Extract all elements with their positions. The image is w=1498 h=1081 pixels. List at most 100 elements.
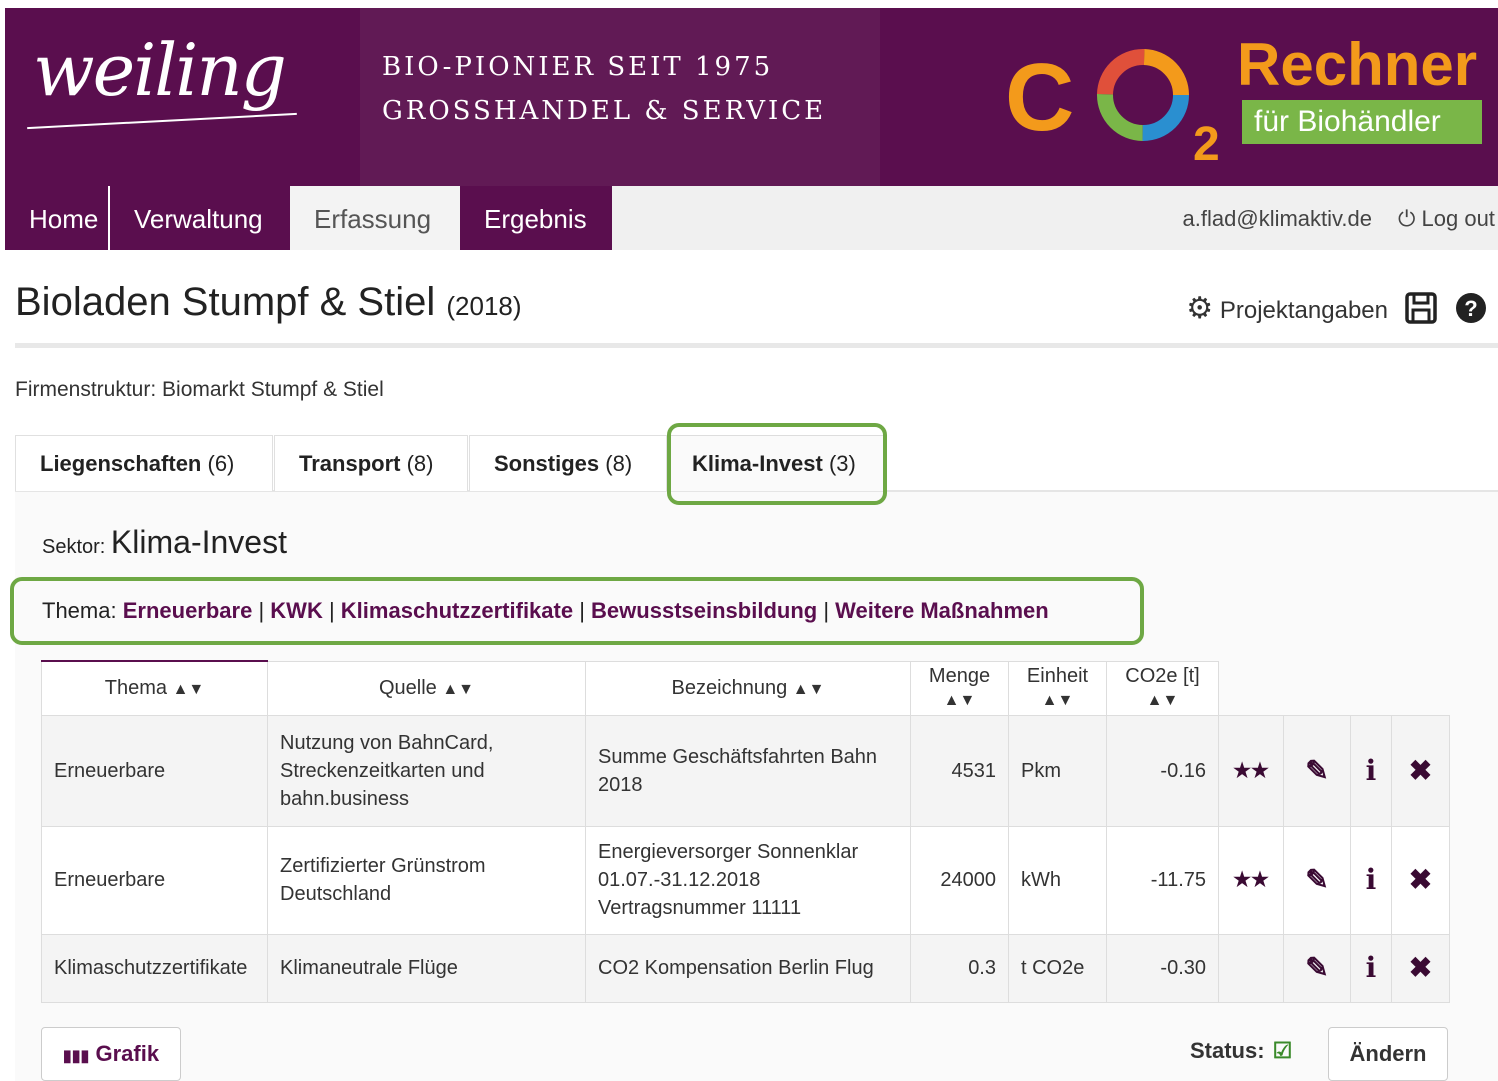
aendern-button[interactable]: Ändern: [1328, 1027, 1448, 1081]
info-icon[interactable]: i: [1350, 933, 1392, 1003]
nav-erfassung[interactable]: Erfassung: [290, 186, 460, 250]
cell-bezeichnung: CO2 Kompensation Berlin Flug: [585, 933, 911, 1003]
status: Status: ☑: [1190, 1038, 1292, 1064]
main-nav: Home Verwaltung Erfassung Ergebnis a.fla…: [5, 186, 1498, 250]
header-label: Bezeichnung: [671, 676, 788, 699]
header-label: Einheit: [1026, 665, 1089, 687]
projektangaben-label: Projektangaben: [1219, 296, 1388, 324]
tab-count: (6): [207, 451, 235, 476]
delete-icon[interactable]: ✖: [1391, 714, 1450, 827]
tab-label: Liegenschaften: [40, 451, 202, 476]
sektor-value: Klima-Invest: [110, 524, 287, 560]
projektangaben-link[interactable]: ⚙ Projektangaben: [1186, 291, 1388, 326]
cell-menge: 24000: [910, 825, 1009, 935]
tab-sonstiges[interactable]: Sonstiges (8): [469, 435, 667, 491]
cell-bezeichnung: Energieversorger Sonnenklar 01.07.-31.12…: [585, 825, 911, 935]
col-header-menge[interactable]: Menge ▲▼: [910, 660, 1009, 716]
tab-transport[interactable]: Transport (8): [274, 435, 468, 491]
sort-icon: ▲▼: [943, 692, 976, 709]
save-icon[interactable]: [1404, 291, 1438, 325]
info-icon[interactable]: i: [1350, 825, 1392, 935]
edit-icon[interactable]: ✎: [1283, 933, 1351, 1003]
svg-text:C: C: [1005, 44, 1074, 151]
sort-icon: ▲▼: [1041, 692, 1074, 709]
col-header-quelle[interactable]: Quelle ▲▼: [267, 660, 586, 716]
page-year: (2018): [446, 291, 522, 321]
tagline-box: BIO-PIONIER SEIT 1975 GROSSHANDEL & SERV…: [360, 8, 880, 186]
logo-text: weiling: [33, 28, 287, 112]
quality-stars-icon: [1218, 933, 1284, 1003]
tab-count: (8): [605, 451, 633, 476]
tab-label: Transport: [299, 451, 401, 476]
grafik-label: Grafik: [95, 1041, 160, 1066]
cell-einheit: kWh: [1008, 825, 1107, 935]
logo-underline: [27, 112, 297, 130]
actions-header: [1219, 661, 1450, 715]
status-label: Status:: [1190, 1038, 1265, 1063]
sort-icon: ▲▼: [1146, 692, 1179, 709]
col-header-thema[interactable]: Thema ▲▼: [41, 660, 268, 716]
header: weiling BIO-PIONIER SEIT 1975 GROSSHANDE…: [5, 8, 1498, 186]
page-title-text: Bioladen Stumpf & Stiel: [15, 280, 436, 324]
table-row: Erneuerbare Zertifizierter Grünstrom Deu…: [41, 825, 1450, 935]
quality-stars-icon: ★★: [1218, 714, 1284, 827]
tagline-1: BIO-PIONIER SEIT 1975: [382, 52, 774, 82]
cell-menge: 4531: [910, 714, 1009, 827]
sort-icon: ▲▼: [442, 680, 475, 698]
quality-stars-icon: ★★: [1218, 825, 1284, 935]
logout-label: Log out: [1421, 206, 1495, 231]
help-icon[interactable]: ?: [1454, 291, 1488, 325]
table-header-row: Thema ▲▼ Quelle ▲▼ Bezeichnung ▲▼ Menge …: [41, 660, 1450, 716]
svg-text:2: 2: [1193, 118, 1220, 170]
edit-icon[interactable]: ✎: [1283, 825, 1351, 935]
nav-verwaltung[interactable]: Verwaltung: [110, 186, 290, 250]
tab-label: Sonstiges: [494, 451, 600, 476]
check-icon: ☑: [1272, 1038, 1293, 1063]
cell-co2e: -0.30: [1106, 933, 1219, 1003]
cell-quelle: Nutzung von BahnCard, Streckenzeitkarten…: [267, 714, 586, 827]
tab-liegenschaften[interactable]: Liegenschaften (6): [15, 435, 273, 491]
nav-home[interactable]: Home: [5, 186, 108, 250]
col-header-bezeichnung[interactable]: Bezeichnung ▲▼: [585, 660, 911, 716]
sort-icon: ▲▼: [172, 680, 205, 698]
info-icon[interactable]: i: [1350, 714, 1392, 827]
cell-einheit: t CO2e: [1008, 933, 1107, 1003]
edit-icon[interactable]: ✎: [1283, 714, 1351, 827]
cell-co2e: -11.75: [1106, 825, 1219, 935]
rechner-title: Rechner: [1237, 31, 1478, 98]
delete-icon[interactable]: ✖: [1391, 933, 1450, 1003]
header-label: CO2e [t]: [1125, 665, 1200, 687]
table-row: Erneuerbare Nutzung von BahnCard, Streck…: [41, 714, 1450, 827]
sort-icon: ▲▼: [792, 680, 825, 698]
co2-logo: C 2: [1005, 44, 1220, 170]
cell-einheit: Pkm: [1008, 714, 1107, 827]
logout-link[interactable]: ⏻ Log out: [1398, 186, 1498, 252]
power-icon: ⏻: [1398, 206, 1422, 231]
bar-chart-icon: ▮▮▮: [62, 1048, 90, 1065]
header-label: Quelle: [378, 676, 437, 699]
page-title: Bioladen Stumpf & Stiel (2018): [15, 280, 522, 325]
sektor-label: Sektor:: [42, 536, 106, 558]
gear-icon: ⚙: [1186, 291, 1214, 325]
grafik-button[interactable]: ▮▮▮ Grafik: [41, 1027, 181, 1081]
tagline-2: GROSSHANDEL & SERVICE: [382, 96, 827, 126]
header-label: Thema: [104, 676, 167, 699]
svg-text:?: ?: [1464, 296, 1477, 321]
col-header-co2e[interactable]: CO2e [t] ▲▼: [1106, 660, 1219, 716]
title-actions: ⚙ Projektangaben ?: [1186, 286, 1488, 330]
cell-quelle: Zertifizierter Grünstrom Deutschland: [267, 825, 586, 935]
highlight-tab-frame: [667, 423, 887, 505]
nav-ergebnis[interactable]: Ergebnis: [460, 186, 612, 250]
user-email[interactable]: a.flad@klimaktiv.de: [1183, 186, 1372, 252]
weiling-logo[interactable]: weiling: [5, 8, 360, 186]
cell-bezeichnung: Summe Geschäftsfahrten Bahn 2018: [585, 714, 911, 827]
delete-icon[interactable]: ✖: [1391, 825, 1450, 935]
header-label: Menge: [928, 665, 991, 687]
col-header-einheit[interactable]: Einheit ▲▼: [1008, 660, 1107, 716]
data-table: Thema ▲▼ Quelle ▲▼ Bezeichnung ▲▼ Menge …: [41, 660, 1450, 1003]
title-divider: [15, 343, 1498, 348]
biohaendler-label: für Biohändler: [1242, 100, 1482, 144]
firmenstruktur: Firmenstruktur: Biomarkt Stumpf & Stiel: [15, 378, 384, 401]
highlight-thema-frame: [10, 577, 1144, 645]
tab-count: (8): [406, 451, 434, 476]
